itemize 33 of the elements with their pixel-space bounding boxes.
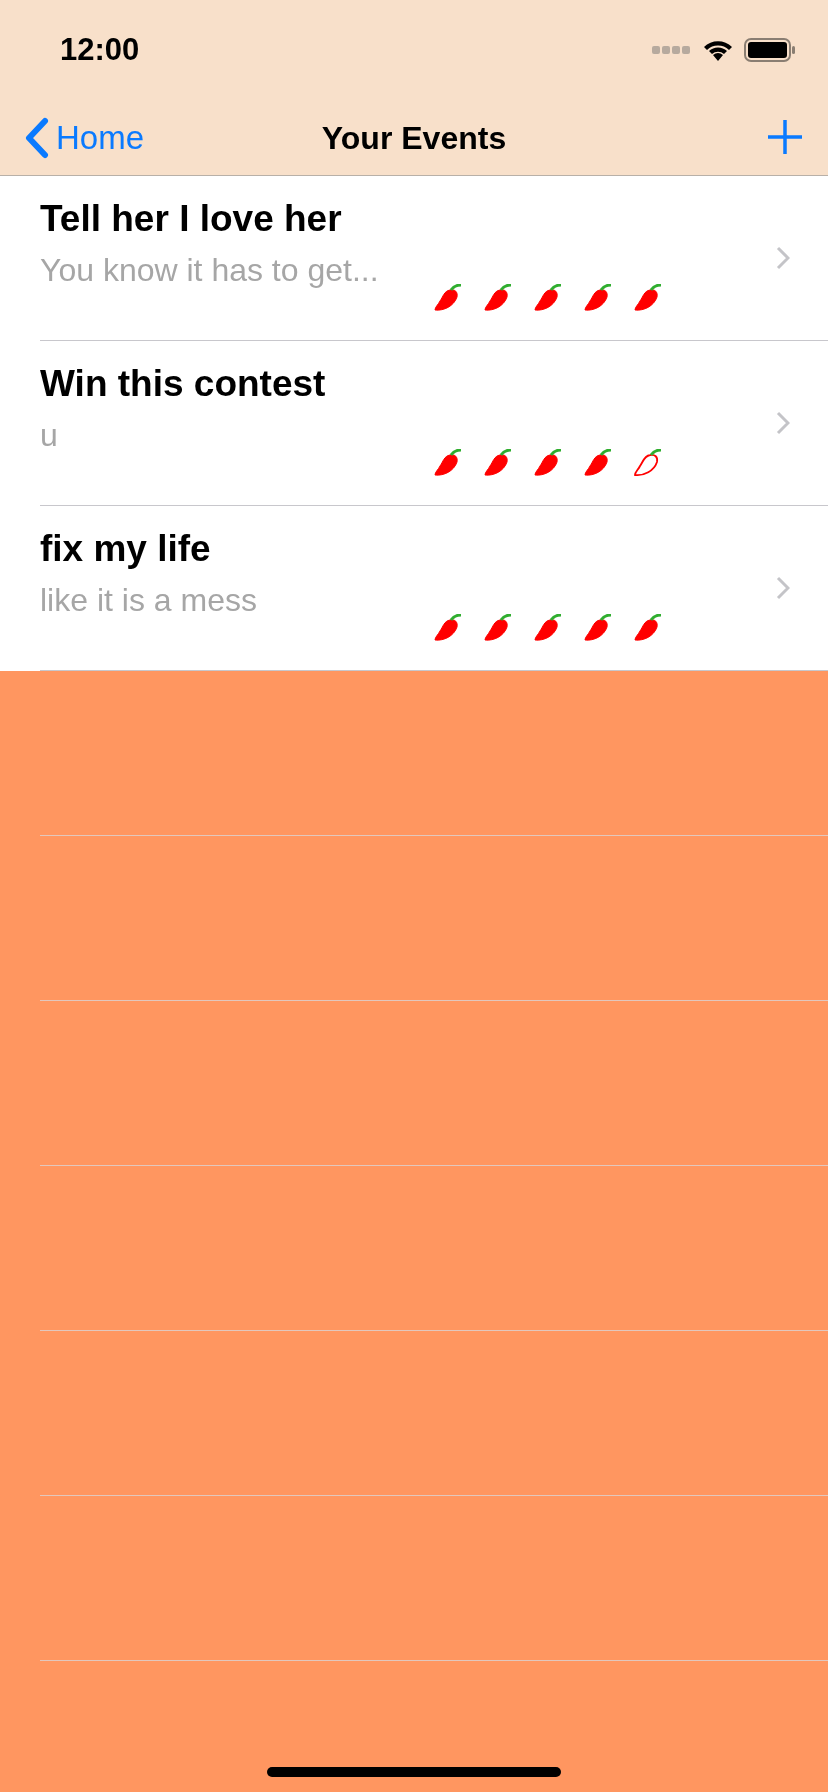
pepper-icon bbox=[484, 449, 512, 477]
pepper-outline-icon bbox=[634, 449, 662, 477]
pepper-icon bbox=[484, 284, 512, 312]
wifi-icon bbox=[702, 38, 734, 62]
pepper-icon bbox=[534, 284, 562, 312]
chevron-icon bbox=[776, 575, 790, 600]
battery-icon bbox=[744, 38, 796, 62]
chevron-icon bbox=[776, 245, 790, 270]
pepper-icon bbox=[584, 449, 612, 477]
event-row[interactable]: fix my life like it is a mess bbox=[0, 506, 828, 671]
pepper-icon bbox=[484, 614, 512, 642]
pepper-icon bbox=[434, 614, 462, 642]
event-row[interactable]: Win this contest u bbox=[0, 341, 828, 506]
pepper-icon bbox=[534, 614, 562, 642]
pepper-icon bbox=[434, 284, 462, 312]
event-title: fix my life bbox=[40, 528, 211, 570]
event-subtitle: like it is a mess bbox=[40, 582, 257, 619]
pepper-icon bbox=[634, 614, 662, 642]
event-title: Tell her I love her bbox=[40, 198, 342, 240]
signal-icon bbox=[652, 44, 692, 56]
pepper-icon bbox=[584, 614, 612, 642]
pepper-icon bbox=[534, 449, 562, 477]
pepper-icon bbox=[584, 284, 612, 312]
event-subtitle: u bbox=[40, 417, 58, 454]
event-row[interactable]: Tell her I love her You know it has to get... bbox=[0, 176, 828, 341]
pepper-icon bbox=[634, 284, 662, 312]
screen-title: Your Events bbox=[321, 119, 507, 156]
back-chevron-icon bbox=[24, 117, 50, 159]
event-subtitle: You know it has to get... bbox=[40, 252, 379, 289]
chevron-icon bbox=[776, 410, 790, 435]
pepper-icon bbox=[434, 449, 462, 477]
clock-time: 12:00 bbox=[60, 32, 141, 68]
event-title: Win this contest bbox=[40, 363, 326, 405]
